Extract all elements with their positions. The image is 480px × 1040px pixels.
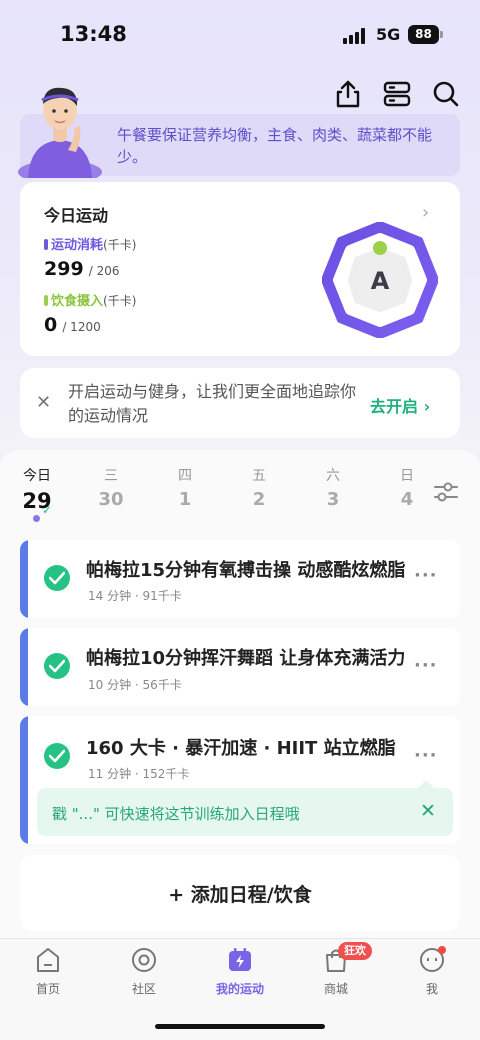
close-icon[interactable]: ✕ xyxy=(36,392,51,413)
today-title: 今日运动 xyxy=(44,206,109,225)
share-icon[interactable] xyxy=(332,78,364,110)
day-item[interactable]: 四1 xyxy=(165,465,205,510)
battery-icon: 88 xyxy=(408,25,439,44)
more-icon[interactable]: ··· xyxy=(414,565,438,586)
intake-value: 0 / 1200 xyxy=(44,314,101,336)
tab-label: 社区 xyxy=(131,982,156,996)
day-item[interactable]: 六3 xyxy=(313,465,353,510)
workout-meta: 11 分钟 · 152千卡 xyxy=(88,767,190,781)
status-bar: 13:48 5G 88 xyxy=(0,0,480,70)
network-label: 5G xyxy=(376,25,401,44)
notice-text: 开启运动与健身，让我们更全面地追踪你的运动情况 xyxy=(68,382,357,425)
tab-label: 首页 xyxy=(35,982,60,996)
enable-button[interactable]: 去开启 › xyxy=(370,393,430,417)
workout-title: 160 大卡 · 暴汗加速 · HIIT 站立燃脂 xyxy=(86,738,396,759)
close-icon[interactable]: ✕ xyxy=(420,800,436,822)
search-icon[interactable] xyxy=(430,78,462,110)
burn-color-bar xyxy=(44,239,48,250)
hint-text: 戳 "..." 可快速将这节训练加入日程哦 xyxy=(52,805,300,823)
check-icon[interactable] xyxy=(44,565,70,591)
workout-title: 帕梅拉10分钟挥汗舞蹈 让身体充满活力 xyxy=(86,648,406,669)
more-icon[interactable]: ··· xyxy=(414,745,438,766)
battery-tip xyxy=(440,31,443,38)
workout-meta: 14 分钟 · 91千卡 xyxy=(88,589,182,603)
workout-title: 帕梅拉15分钟有氧搏击操 动感酷炫燃脂 xyxy=(86,560,406,581)
tab-community[interactable]: 社区 xyxy=(104,946,184,997)
add-schedule-label: + 添加日程/饮食 xyxy=(168,884,312,906)
card-accent-bar xyxy=(20,540,28,618)
signal-icon xyxy=(343,28,367,44)
card-accent-bar xyxy=(20,716,28,844)
check-icon[interactable] xyxy=(44,743,70,769)
card-accent-bar xyxy=(20,628,28,706)
tab-label: 我 xyxy=(425,982,438,996)
tab-label: 我的运动 xyxy=(215,982,264,996)
promo-badge: 狂欢 xyxy=(338,942,372,960)
day-item[interactable]: 五2 xyxy=(239,465,279,510)
home-indicator xyxy=(155,1024,325,1029)
burn-value: 299 / 206 xyxy=(44,258,120,280)
more-icon[interactable]: ··· xyxy=(414,655,438,676)
intake-label: 饮食摄入(千卡) xyxy=(44,290,136,309)
tab-my-exercise[interactable]: 我的运动 xyxy=(200,946,280,997)
grade-label: A xyxy=(371,267,390,295)
lightning-icon xyxy=(226,946,254,974)
day-item[interactable]: 日4 xyxy=(387,465,427,510)
tab-me[interactable]: 我 xyxy=(392,946,472,997)
notification-dot xyxy=(438,946,446,954)
chevron-right-icon[interactable]: › xyxy=(422,202,429,223)
burn-label: 运动消耗(千卡) xyxy=(44,234,136,253)
workout-meta: 10 分钟 · 56千卡 xyxy=(88,678,182,692)
home-icon xyxy=(34,946,62,974)
selected-day-dot xyxy=(33,515,40,522)
banner-text: 午餐要保证营养均衡，主食、肉类、蔬菜都不能少。 xyxy=(117,126,433,166)
storage-icon[interactable] xyxy=(381,78,413,110)
tab-label: 商城 xyxy=(323,982,348,996)
tip-arrow xyxy=(418,780,434,788)
activity-ring[interactable]: A xyxy=(321,221,439,339)
intake-color-bar xyxy=(44,295,48,306)
check-icon[interactable] xyxy=(44,653,70,679)
filter-icon[interactable] xyxy=(433,480,459,504)
community-icon xyxy=(130,946,158,974)
coach-avatar xyxy=(10,80,110,184)
day-item[interactable]: 三 30 xyxy=(91,465,131,510)
tab-home[interactable]: 首页 xyxy=(8,946,88,997)
completed-check-icon: ✓ xyxy=(42,503,53,517)
status-time: 13:48 xyxy=(60,22,127,46)
